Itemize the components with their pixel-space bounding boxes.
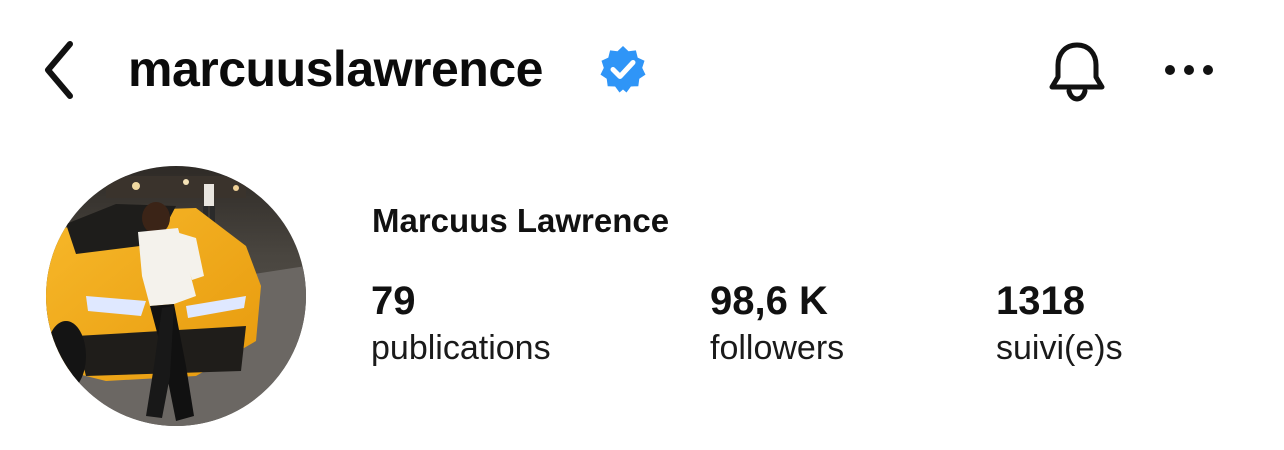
posts-count-label: publications [371,329,551,367]
following-count-stat[interactable]: 1318 suivi(e)s [996,276,1123,370]
more-options-button[interactable] [1154,46,1224,94]
profile-display-name: Marcuus Lawrence [372,202,670,239]
posts-count-stat[interactable]: 79 publications [371,276,551,370]
notifications-button[interactable] [1040,36,1114,106]
avatar-photo [46,166,306,426]
profile-username: marcuuslawrence [128,41,543,97]
chevron-left-icon [45,41,73,99]
profile-avatar[interactable] [46,166,306,426]
following-count-value: 1318 [996,279,1085,323]
followers-count-stat[interactable]: 98,6 K followers [710,276,844,370]
followers-count-value: 98,6 K [710,279,828,323]
following-count-label: suivi(e)s [996,329,1123,367]
verified-badge-icon [600,46,646,93]
back-button[interactable] [28,34,92,106]
bell-icon [1049,42,1105,102]
profile-page: marcuuslawrence Marcuus Lawrence 79 publ… [0,0,1284,450]
more-horizontal-icon [1165,65,1213,75]
posts-count-value: 79 [371,279,416,323]
profile-header: marcuuslawrence [0,0,1284,140]
followers-count-label: followers [710,329,845,367]
